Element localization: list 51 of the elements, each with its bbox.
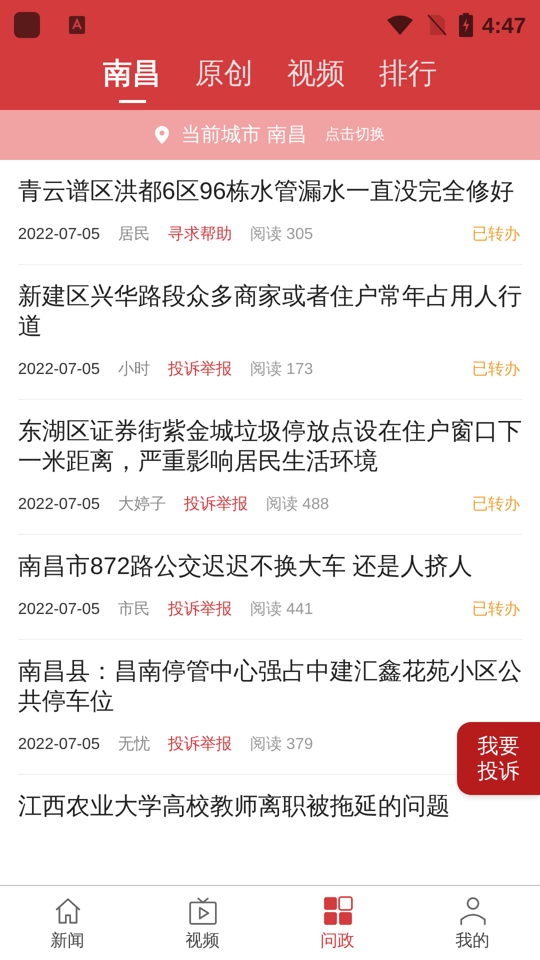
post-author: 居民	[118, 225, 150, 245]
bottom-nav-item[interactable]: 新闻	[0, 886, 135, 960]
home-icon	[52, 896, 82, 926]
post-date: 2022-07-05	[18, 600, 100, 620]
post-author: 无忧	[118, 735, 150, 755]
current-city-label: 当前城市 南昌	[181, 123, 307, 148]
bottom-nav-item[interactable]: 视频	[135, 886, 270, 960]
post-status: 已转办	[472, 495, 520, 515]
location-pin-icon	[155, 126, 170, 144]
post-title[interactable]: 新建区兴华路段众多商家或者住户常年占用人行道	[18, 282, 522, 342]
post-category: 投诉举报	[168, 600, 232, 620]
nav-tab[interactable]: 视频	[287, 56, 345, 103]
post-date: 2022-07-05	[18, 360, 100, 380]
person-icon	[458, 896, 488, 926]
bottom-nav-item[interactable]: 问政	[270, 886, 405, 960]
read-count: 阅读 173	[250, 360, 313, 380]
read-count: 阅读 441	[250, 600, 313, 620]
post-date: 2022-07-05	[18, 495, 100, 515]
post-title[interactable]: 南昌市872路公交迟迟不换大车 还是人挤人	[18, 552, 522, 582]
notification-icon	[69, 16, 85, 34]
nav-tab[interactable]: 排行	[379, 56, 437, 103]
bottom-nav-item[interactable]: 我的	[405, 886, 540, 960]
nav-tab[interactable]: 南昌	[103, 56, 161, 103]
post-status: 已转办	[472, 225, 520, 245]
post-title[interactable]: 青云谱区洪都6区96栋水管漏水一直没完全修好	[18, 177, 522, 207]
read-count: 阅读 305	[250, 225, 313, 245]
app-icon	[14, 12, 40, 38]
post-author: 小时	[118, 360, 150, 380]
wifi-icon	[386, 15, 413, 35]
nav-tab[interactable]: 原创	[195, 56, 253, 103]
post-author: 市民	[118, 600, 150, 620]
post-category: 投诉举报	[168, 735, 232, 755]
clock-time: 4:47	[482, 12, 526, 40]
post-status: 已转办	[472, 600, 520, 620]
grid-icon	[322, 896, 352, 926]
read-count: 阅读 488	[266, 495, 329, 515]
post-title[interactable]: 江西农业大学高校教师离职被拖延的问题	[18, 792, 522, 822]
post-date: 2022-07-05	[18, 735, 100, 755]
complaint-button[interactable]: 我要投诉	[457, 722, 540, 795]
no-sim-icon	[426, 14, 447, 36]
post-title[interactable]: 南昌县：昌南停管中心强占中建汇鑫花苑小区公共停车位	[18, 657, 522, 717]
post-date: 2022-07-05	[18, 225, 100, 245]
post-category: 投诉举报	[184, 495, 248, 515]
post-title[interactable]: 东湖区证券街紫金城垃圾停放点设在住户窗口下一米距离，严重影响居民生活环境	[18, 417, 522, 477]
tv-icon	[188, 896, 218, 926]
battery-charging-icon	[458, 13, 473, 37]
post-status: 已转办	[472, 360, 520, 380]
post-category: 投诉举报	[168, 360, 232, 380]
post-category: 寻求帮助	[168, 225, 232, 245]
post-author: 大婷子	[118, 495, 166, 515]
read-count: 阅读 379	[250, 735, 313, 755]
